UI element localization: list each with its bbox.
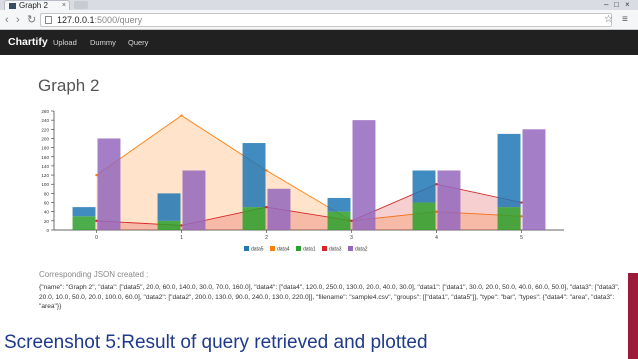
- address-bar[interactable]: 127.0.0.1:5000/query: [40, 13, 612, 27]
- y-tick-label: 160: [41, 155, 49, 160]
- data2-bar: [267, 188, 291, 230]
- y-tick-label: 60: [44, 201, 50, 206]
- y-tick-label: 240: [41, 118, 49, 123]
- y-tick-label: 0: [46, 228, 49, 233]
- data2-bar: [437, 170, 461, 230]
- data1-bar: [497, 207, 521, 230]
- url-host: 127.0.0.1: [57, 15, 95, 25]
- legend-item: data2: [348, 246, 368, 253]
- x-tick-label: 1: [180, 235, 183, 241]
- data1-bar: [412, 202, 436, 230]
- close-tab-icon[interactable]: ×: [62, 1, 66, 10]
- x-tick-label: 0: [95, 235, 98, 241]
- y-tick-label: 220: [41, 127, 49, 132]
- data2-bar: [522, 129, 546, 230]
- screenshot-caption: Screenshot 5:Result of query retrieved a…: [4, 332, 428, 353]
- y-tick-label: 80: [44, 191, 50, 196]
- address-toolbar: ‹ › ↻ 127.0.0.1:5000/query ☆ ≡: [0, 10, 638, 30]
- data5-bar: [242, 143, 266, 208]
- page-title: Graph 2: [38, 76, 100, 95]
- forward-button[interactable]: ›: [16, 13, 20, 27]
- legend-label: data5: [251, 247, 264, 253]
- y-tick-label: 40: [44, 210, 50, 215]
- data3-point: [180, 224, 183, 227]
- data2-bar: [182, 170, 206, 230]
- brand-logo[interactable]: Chartify: [8, 36, 48, 49]
- x-tick-label: 5: [520, 235, 523, 241]
- page-icon: [45, 16, 52, 24]
- reload-button[interactable]: ↻: [27, 13, 36, 27]
- x-tick-label: 4: [435, 235, 438, 241]
- nav-query[interactable]: Query: [128, 38, 148, 48]
- y-tick-label: 120: [41, 173, 49, 178]
- data4-point: [180, 114, 183, 117]
- json-heading: Corresponding JSON created :: [39, 270, 149, 279]
- tab-strip: Graph 2 × – □ ×: [0, 0, 638, 10]
- x-tick-label: 3: [350, 235, 353, 241]
- y-tick-label: 200: [41, 136, 49, 141]
- data5-bar: [157, 193, 181, 221]
- minimize-icon[interactable]: –: [604, 0, 608, 10]
- json-output: {"name": "Graph 2", "data": ["data5", 20…: [39, 284, 620, 310]
- data1-bar: [72, 216, 96, 230]
- url-path: :5000/query: [94, 15, 143, 25]
- legend-label: data1: [303, 247, 316, 253]
- data2-bar: [97, 138, 121, 230]
- scrollbar-thumb[interactable]: [628, 273, 638, 359]
- x-tick-label: 2: [265, 235, 268, 241]
- data5-bar: [327, 197, 351, 212]
- data5-bar: [412, 170, 436, 203]
- legend-label: data4: [277, 247, 290, 253]
- y-tick-label: 20: [44, 219, 50, 224]
- data3-point: [265, 205, 268, 209]
- legend-swatch: [296, 246, 301, 251]
- y-tick-label: 140: [41, 164, 49, 169]
- data2-bar: [352, 120, 376, 230]
- back-button[interactable]: ‹: [5, 13, 9, 27]
- bookmark-star-icon[interactable]: ☆: [604, 14, 613, 26]
- data4-point: [95, 173, 98, 177]
- legend-label: data2: [355, 247, 368, 253]
- data3-point: [95, 219, 98, 223]
- y-tick-label: 100: [41, 182, 49, 187]
- app-navbar: Chartify Upload Dummy Query: [0, 30, 638, 55]
- data3-point: [435, 183, 438, 186]
- data1-bar: [327, 211, 351, 230]
- data3-point: [350, 219, 353, 223]
- combo-chart: 0 20 40 60 80 100 120 140 160 180 200 220 240 260 0 1 2 3…: [41, 109, 564, 253]
- browser-menu-icon[interactable]: ≡: [622, 14, 628, 26]
- y-tick-label: 260: [41, 109, 49, 114]
- legend-swatch: [244, 246, 249, 251]
- page-favicon-icon: [9, 3, 16, 9]
- tab-title: Graph 2: [19, 1, 48, 10]
- legend-item: data1: [296, 246, 316, 253]
- data3-point: [520, 201, 523, 204]
- y-tick-label: 180: [41, 146, 49, 151]
- legend-item: data3: [322, 246, 342, 253]
- data5-bar: [497, 133, 521, 208]
- legend-label: data3: [329, 247, 342, 253]
- close-window-icon[interactable]: ×: [625, 0, 630, 10]
- legend-item: data5: [244, 246, 264, 253]
- data1-bar: [242, 207, 266, 230]
- browser-tab[interactable]: Graph 2 ×: [4, 0, 70, 10]
- new-tab-button[interactable]: [74, 1, 88, 9]
- nav-dummy[interactable]: Dummy: [90, 38, 116, 48]
- data1-bar: [157, 220, 181, 230]
- nav-upload[interactable]: Upload: [53, 38, 77, 48]
- main-content: Graph 2 0 20 40 60 80 100 120 140 160 180 200 220 24…: [0, 55, 638, 359]
- legend-item: data4: [270, 246, 290, 253]
- data5-bar: [72, 207, 96, 217]
- legend-swatch: [270, 246, 275, 251]
- maximize-icon[interactable]: □: [614, 0, 619, 10]
- legend-swatch: [322, 246, 327, 251]
- legend-swatch: [348, 246, 353, 251]
- data4-point: [265, 169, 268, 172]
